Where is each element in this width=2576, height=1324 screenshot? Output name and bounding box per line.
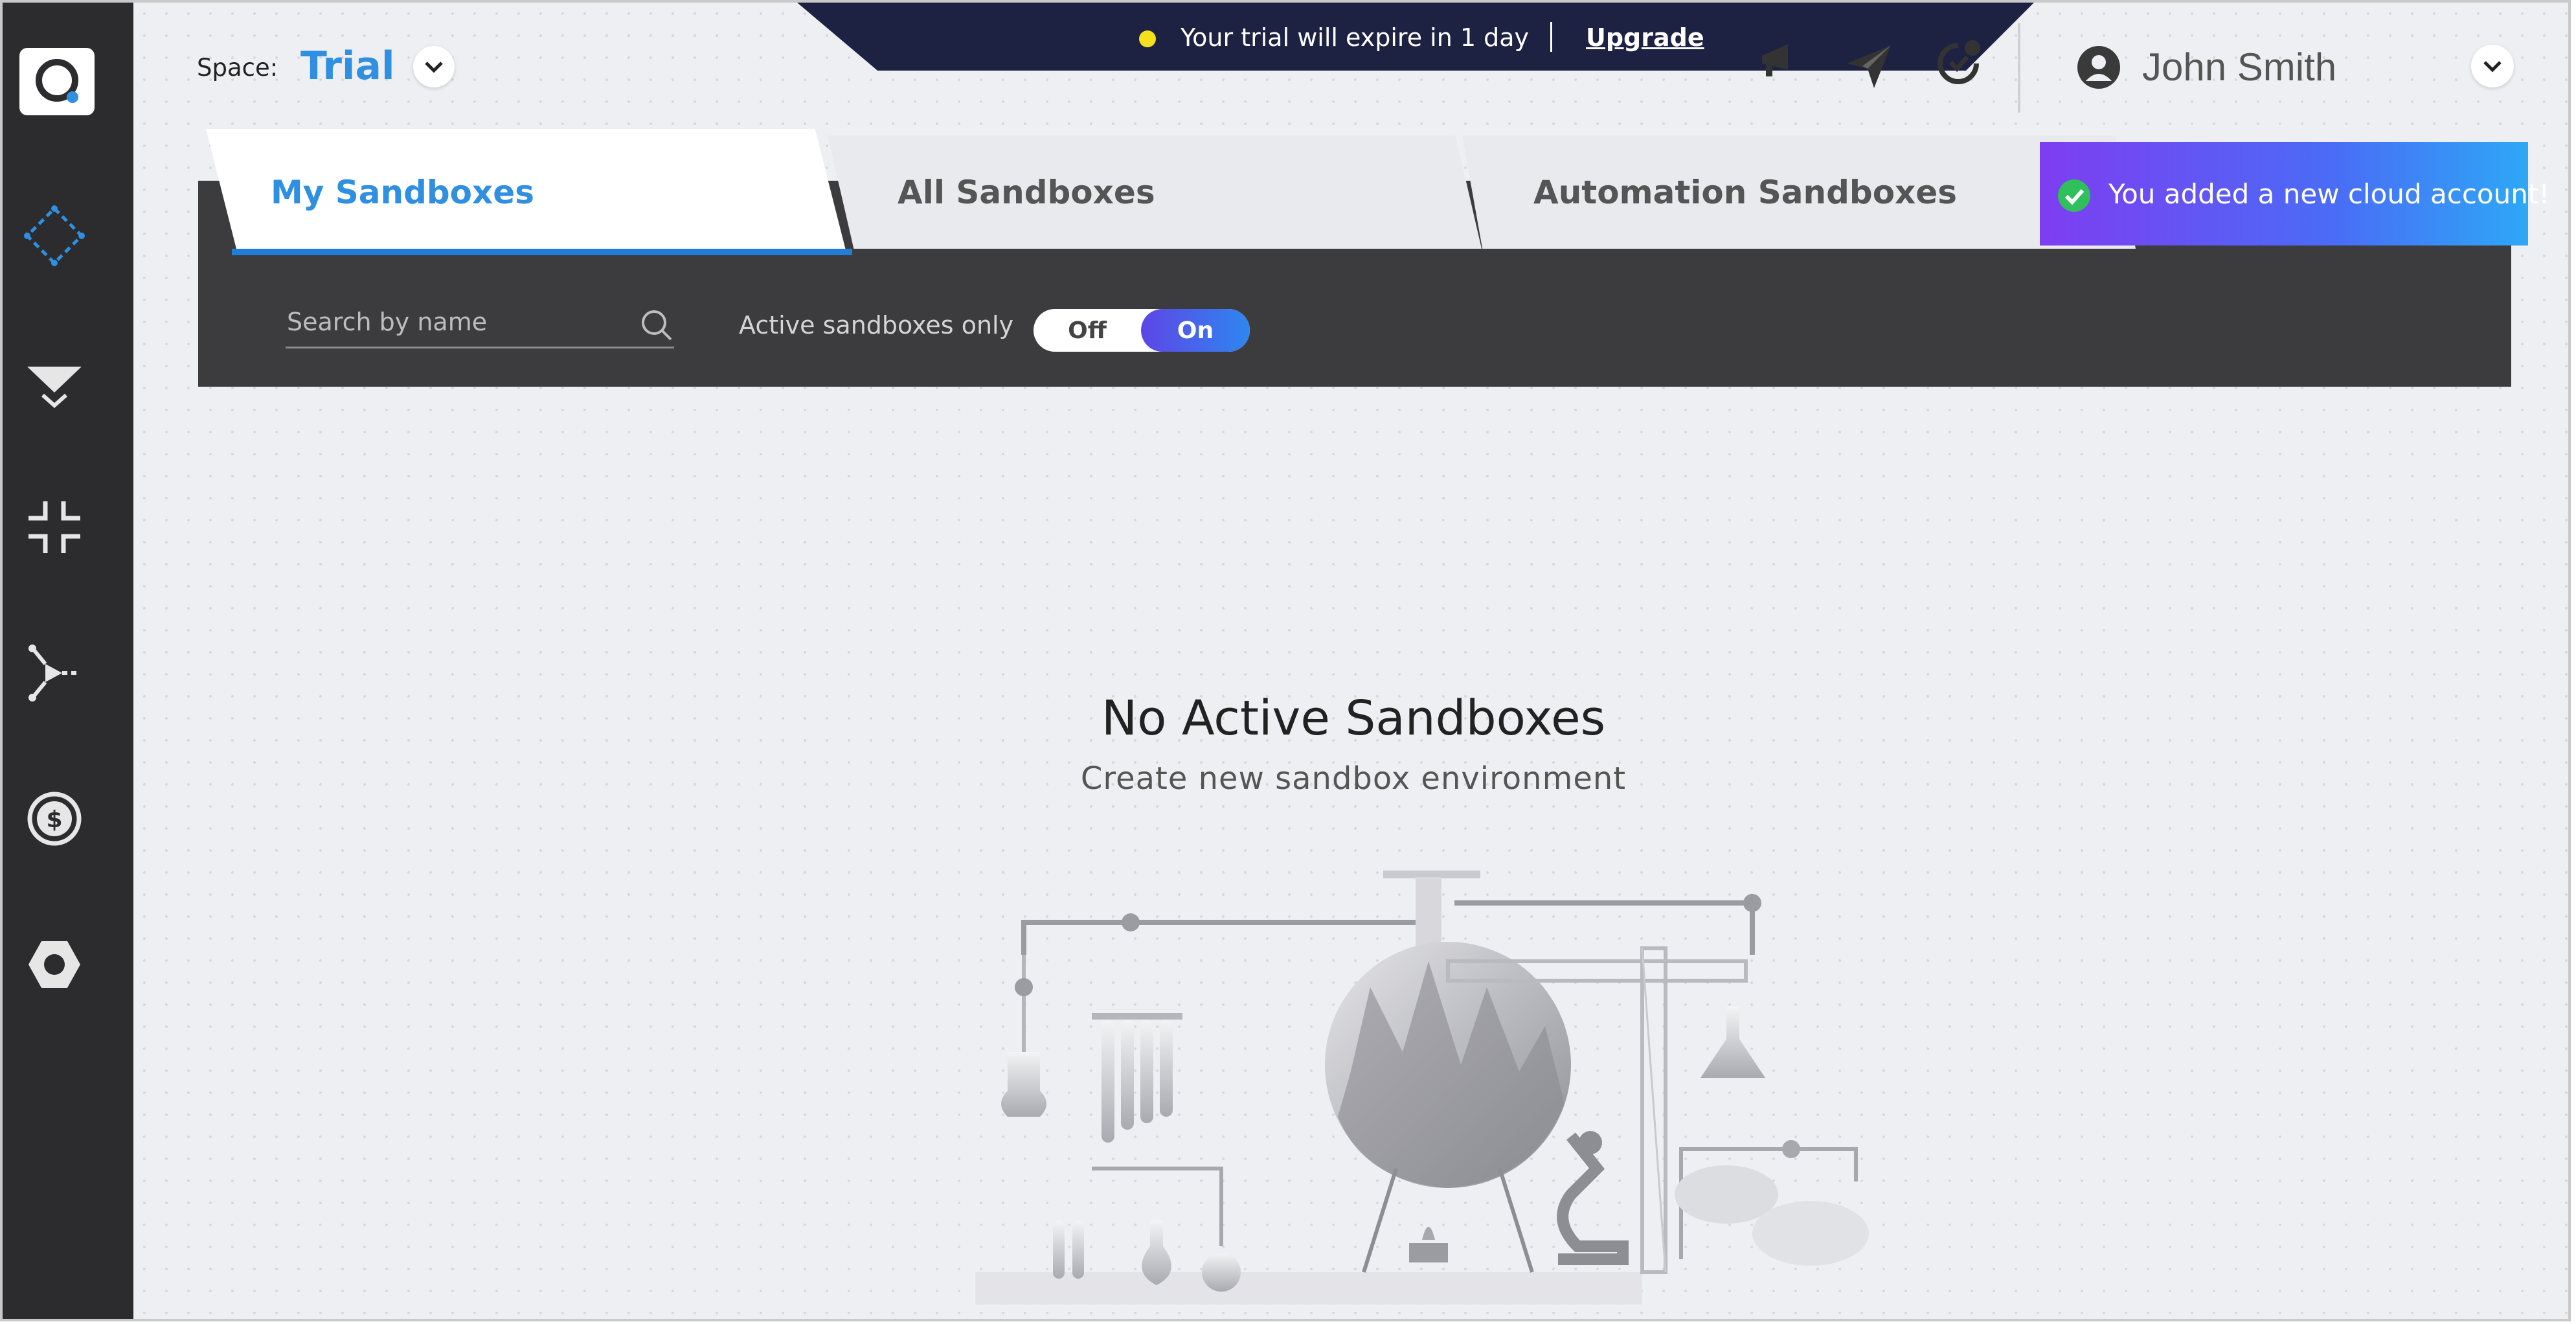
user-avatar-icon[interactable]: [2076, 45, 2121, 90]
search-input[interactable]: [286, 302, 674, 348]
app-window: $ Your trial will expire in 1 day Upgrad…: [0, 0, 2571, 1321]
laboratory-illustration: [975, 871, 1869, 1305]
tab-label: Automation Sandboxes: [1533, 173, 1957, 211]
active-only-toggle[interactable]: Off On: [1034, 309, 1250, 352]
filter-icon[interactable]: [22, 352, 87, 417]
space-dropdown-button[interactable]: [413, 46, 455, 87]
main-content: Your trial will expire in 1 day Upgrade …: [133, 3, 2568, 1319]
active-tab-indicator: [232, 249, 852, 255]
empty-state-subtitle: Create new sandbox environment: [1080, 760, 1627, 797]
success-toast: You added a new cloud account!: [2040, 142, 2549, 245]
search-icon[interactable]: [638, 307, 673, 342]
svg-text:$: $: [46, 806, 62, 833]
check-circle-icon: [2058, 179, 2090, 212]
user-menu-button[interactable]: [2471, 45, 2514, 87]
empty-state-title: No Active Sandboxes: [1101, 691, 1606, 746]
toggle-off-option[interactable]: Off: [1034, 309, 1141, 352]
header-divider: [2018, 23, 2020, 113]
send-icon[interactable]: [1843, 40, 1895, 92]
user-name[interactable]: John Smith: [2142, 43, 2336, 92]
tab-automation-sandboxes[interactable]: Automation Sandboxes: [1462, 135, 2136, 249]
chevron-down-icon: [425, 62, 443, 73]
trial-status-dot: [1139, 30, 1156, 47]
cost-icon[interactable]: $: [22, 786, 87, 851]
chevron-down-icon: [2483, 61, 2502, 73]
space-label: Space:: [197, 54, 278, 82]
compress-icon[interactable]: [22, 495, 87, 560]
tab-label: My Sandboxes: [271, 173, 534, 211]
notifications-icon[interactable]: [1931, 36, 1985, 91]
upgrade-link[interactable]: Upgrade: [1586, 19, 1704, 56]
tab-my-sandboxes[interactable]: My Sandboxes: [206, 129, 847, 255]
megaphone-icon[interactable]: [1756, 36, 1807, 88]
banner-separator: [1550, 22, 1552, 52]
blueprint-icon[interactable]: [22, 641, 87, 705]
active-only-label: Active sandboxes only: [739, 311, 1014, 339]
settings-icon[interactable]: [22, 932, 87, 997]
sidebar: $: [3, 3, 133, 1319]
logo[interactable]: [19, 48, 95, 115]
toast-message: You added a new cloud account!: [2108, 178, 2550, 210]
trial-message: Your trial will expire in 1 day: [1181, 23, 1530, 52]
tab-label: All Sandboxes: [898, 173, 1155, 211]
sandbox-icon[interactable]: [22, 203, 87, 268]
tab-all-sandboxes[interactable]: All Sandboxes: [828, 135, 1482, 249]
toggle-on-option[interactable]: On: [1141, 309, 1250, 352]
space-value[interactable]: Trial: [300, 41, 395, 91]
logo-mark: [36, 59, 78, 103]
